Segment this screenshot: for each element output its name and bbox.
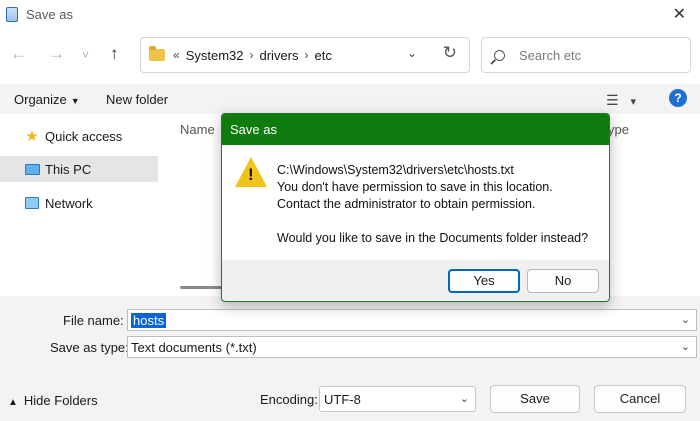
chevron-down-icon[interactable]: ⌄ xyxy=(681,313,690,326)
computer-icon xyxy=(24,161,40,177)
sidebar-item-label: This PC xyxy=(45,161,92,177)
organize-menu[interactable]: Organize ▼ xyxy=(14,92,80,107)
dialog-title: Save as xyxy=(222,114,609,145)
dialog-message-line: Contact the administrator to obtain perm… xyxy=(277,197,536,211)
dialog-question-text: Would you like to save in the Documents … xyxy=(277,231,589,245)
breadcrumb-etc[interactable]: etc xyxy=(315,48,332,63)
organize-label: Organize xyxy=(14,92,67,107)
file-name-value[interactable]: hosts xyxy=(131,312,167,328)
file-name-input[interactable]: hosts ⌄ xyxy=(127,309,697,331)
yes-button[interactable]: Yes xyxy=(448,269,520,293)
title-bar: Save as ✕ xyxy=(0,0,700,28)
cancel-button[interactable]: Cancel xyxy=(594,385,686,413)
chevron-down-icon[interactable]: ⌄ xyxy=(460,392,469,405)
column-header-type[interactable]: ype xyxy=(608,122,629,137)
up-arrow-icon[interactable]: ↑ xyxy=(110,44,119,64)
list-view-icon: ☰ xyxy=(606,92,619,108)
view-options-menu[interactable]: ☰ ▾ xyxy=(606,92,636,109)
sidebar-item-label: Quick access xyxy=(45,128,123,144)
encoding-label: Encoding: xyxy=(260,392,318,407)
encoding-select[interactable]: UTF-8 ⌄ xyxy=(319,386,476,412)
overflow-crumb[interactable]: « xyxy=(173,48,180,62)
help-icon[interactable]: ? xyxy=(669,89,687,107)
back-arrow-icon[interactable]: ← xyxy=(10,44,27,64)
breadcrumb-separator[interactable]: › xyxy=(250,48,254,62)
save-form: File name: hosts ⌄ Save as type: Text do… xyxy=(0,296,700,421)
warning-mark: ! xyxy=(248,165,254,184)
sidebar-item-network[interactable]: Network xyxy=(0,190,158,216)
address-history-chevron-icon[interactable]: ⌄ xyxy=(407,46,417,60)
search-icon xyxy=(494,49,505,61)
refresh-icon[interactable]: ↻ xyxy=(443,43,457,63)
search-placeholder[interactable]: Search etc xyxy=(519,48,581,63)
caret-down-icon: ▼ xyxy=(70,96,80,106)
caret-up-icon: ▲ xyxy=(8,397,18,408)
hide-folders-button[interactable]: ▲ Hide Folders xyxy=(8,393,98,408)
network-icon xyxy=(24,195,40,211)
save-button[interactable]: Save xyxy=(490,385,580,413)
breadcrumb-drivers[interactable]: drivers xyxy=(260,48,299,63)
sidebar-item-quick-access[interactable]: ★ Quick access xyxy=(0,123,158,149)
chevron-down-icon[interactable]: ⌄ xyxy=(681,340,690,353)
new-folder-button[interactable]: New folder xyxy=(106,92,168,107)
address-bar[interactable]: « System32 › drivers › etc ⌄ ↻ xyxy=(140,37,470,73)
command-toolbar: Organize ▼ New folder ☰ ▾ ? xyxy=(0,84,700,114)
breadcrumb-system32[interactable]: System32 xyxy=(186,48,244,63)
close-icon[interactable]: ✕ xyxy=(673,4,686,24)
encoding-value: UTF-8 xyxy=(324,391,361,407)
caret-down-icon: ▾ xyxy=(630,96,636,108)
save-as-type-value: Text documents (*.txt) xyxy=(131,339,257,355)
no-button[interactable]: No xyxy=(527,269,599,293)
dialog-message-line: You don't have permission to save in thi… xyxy=(277,180,553,194)
file-name-label: File name: xyxy=(63,313,124,328)
window-title: Save as xyxy=(26,6,73,22)
save-as-type-select[interactable]: Text documents (*.txt) ⌄ xyxy=(127,336,697,358)
dialog-body: ! C:\Windows\System32\drivers\etc\hosts.… xyxy=(222,145,609,260)
search-box[interactable]: Search etc xyxy=(481,37,691,73)
forward-arrow-icon[interactable]: → xyxy=(48,44,65,64)
dialog-path-text: C:\Windows\System32\drivers\etc\hosts.tx… xyxy=(277,163,514,177)
navigation-bar: ← → ˅ ↑ « System32 › drivers › etc ⌄ ↻ S… xyxy=(0,28,700,84)
navigation-pane: ★ Quick access This PC Network xyxy=(0,114,160,296)
sidebar-item-this-pc[interactable]: This PC xyxy=(0,156,158,182)
hide-folders-label: Hide Folders xyxy=(23,393,98,408)
folder-icon xyxy=(149,46,165,61)
column-header-name[interactable]: Name xyxy=(180,122,215,137)
sidebar-item-label: Network xyxy=(45,195,93,211)
recent-locations-chevron-icon[interactable]: ˅ xyxy=(82,48,89,62)
notepad-icon xyxy=(6,6,18,22)
save-as-type-label: Save as type: xyxy=(50,340,129,355)
star-icon: ★ xyxy=(25,128,39,145)
breadcrumb-separator[interactable]: › xyxy=(305,48,309,62)
permission-dialog: Save as ! C:\Windows\System32\drivers\et… xyxy=(221,113,610,302)
